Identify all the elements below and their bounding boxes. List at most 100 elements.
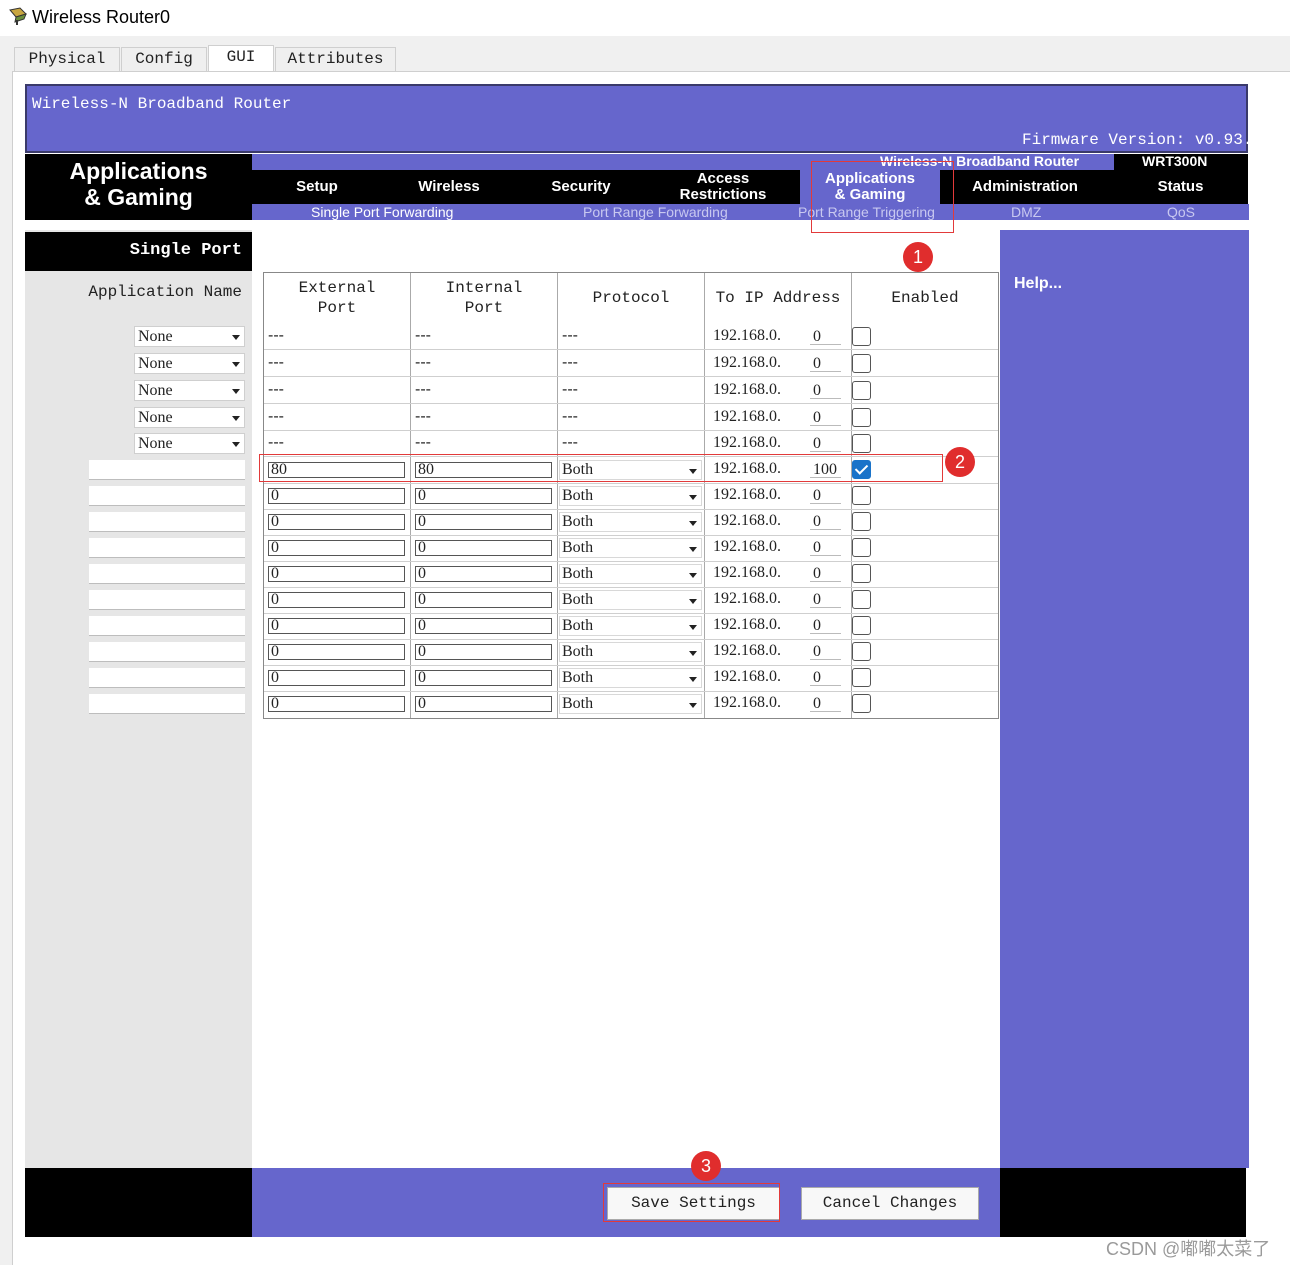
enabled-checkbox[interactable] [852, 354, 871, 373]
application-name-input[interactable] [89, 512, 245, 532]
enabled-checkbox[interactable] [852, 616, 871, 635]
internal-port-input[interactable]: 0 [415, 488, 552, 504]
application-name-input[interactable] [89, 486, 245, 506]
application-select[interactable]: None [134, 380, 245, 401]
ip-last-octet-input[interactable]: 0 [810, 410, 841, 426]
protocol-select[interactable]: Both [559, 512, 702, 532]
ip-last-octet-input[interactable]: 0 [810, 356, 841, 372]
ip-last-octet-input[interactable]: 0 [810, 514, 841, 530]
internal-port-input[interactable]: 0 [415, 592, 552, 608]
external-port-input[interactable]: 0 [268, 670, 405, 686]
protocol-select[interactable]: Both [559, 590, 702, 610]
help-column [1000, 230, 1249, 1168]
ip-last-octet-input[interactable]: 0 [810, 488, 841, 504]
tab-attributes[interactable]: Attributes [275, 47, 396, 72]
subnav-port-range-forwarding[interactable]: Port Range Forwarding [583, 204, 728, 220]
enabled-checkbox[interactable] [852, 564, 871, 583]
application-name-input[interactable] [89, 616, 245, 636]
application-name-input[interactable] [89, 668, 245, 688]
tab-physical[interactable]: Physical [14, 47, 120, 72]
help-link[interactable]: Help... [1014, 275, 1062, 293]
header-external-port: External Port [264, 278, 410, 318]
enabled-checkbox[interactable] [852, 694, 871, 713]
enabled-checkbox[interactable] [852, 668, 871, 687]
tab-config[interactable]: Config [121, 47, 207, 72]
internal-port-input[interactable]: 0 [415, 618, 552, 634]
internal-port-placeholder: --- [415, 381, 431, 398]
external-port-input[interactable]: 0 [268, 592, 405, 608]
application-name-input[interactable] [89, 590, 245, 610]
ip-last-octet-input[interactable]: 0 [810, 696, 841, 712]
external-port-input[interactable]: 0 [268, 618, 405, 634]
enabled-checkbox[interactable] [852, 512, 871, 531]
application-name-input[interactable] [89, 460, 245, 480]
protocol-placeholder: --- [562, 381, 578, 398]
enabled-checkbox[interactable] [852, 327, 871, 346]
external-port-input[interactable]: 0 [268, 644, 405, 660]
ip-last-octet-input[interactable]: 0 [810, 329, 841, 345]
internal-port-input[interactable]: 0 [415, 514, 552, 530]
internal-port-input[interactable]: 0 [415, 696, 552, 712]
external-port-input[interactable]: 0 [268, 514, 405, 530]
application-select[interactable]: None [134, 353, 245, 374]
ip-last-octet-input[interactable]: 0 [810, 436, 841, 452]
ip-last-octet-input[interactable]: 0 [810, 670, 841, 686]
ip-last-octet-input[interactable]: 0 [810, 592, 841, 608]
internal-port-input[interactable]: 0 [415, 644, 552, 660]
protocol-select[interactable]: Both [559, 538, 702, 558]
application-select[interactable]: None [134, 433, 245, 454]
internal-port-input[interactable]: 0 [415, 670, 552, 686]
cancel-changes-button[interactable]: Cancel Changes [801, 1187, 979, 1220]
protocol-select[interactable]: Both [559, 564, 702, 584]
ip-prefix: 192.168.0. [713, 381, 781, 398]
protocol-placeholder: --- [562, 327, 578, 344]
external-port-input[interactable]: 0 [268, 696, 405, 712]
internal-port-input[interactable]: 0 [415, 540, 552, 556]
application-select[interactable]: None [134, 407, 245, 428]
protocol-select[interactable]: Both [559, 668, 702, 688]
nav-label: Status [1157, 178, 1204, 195]
application-name-input[interactable] [89, 564, 245, 584]
protocol-select[interactable]: Both [559, 694, 702, 714]
subnav-qos[interactable]: QoS [1167, 204, 1195, 220]
application-name-input[interactable] [89, 538, 245, 558]
subnav-dmz[interactable]: DMZ [1011, 204, 1041, 220]
application-name-label: Application Name [88, 283, 242, 301]
annotation-badge: 3 [691, 1151, 721, 1181]
nav-access-restrictions[interactable]: Access Restrictions [655, 170, 791, 204]
dropdown-arrow-icon [689, 547, 697, 552]
enabled-checkbox[interactable] [852, 434, 871, 453]
nav-administration[interactable]: Administration [950, 170, 1100, 204]
nav-status[interactable]: Status [1118, 170, 1243, 204]
nav-label: Restrictions [679, 186, 767, 203]
ip-last-octet-input[interactable]: 0 [810, 566, 841, 582]
enabled-checkbox[interactable] [852, 590, 871, 609]
enabled-checkbox[interactable] [852, 381, 871, 400]
nav-label: Setup [296, 178, 338, 195]
ip-prefix: 192.168.0. [713, 590, 781, 607]
ip-last-octet-input[interactable]: 0 [810, 383, 841, 399]
subnav-single-port-forwarding[interactable]: Single Port Forwarding [311, 204, 453, 220]
enabled-checkbox[interactable] [852, 642, 871, 661]
external-port-input[interactable]: 0 [268, 566, 405, 582]
ip-last-octet-input[interactable]: 0 [810, 644, 841, 660]
protocol-select[interactable]: Both [559, 616, 702, 636]
external-port-input[interactable]: 0 [268, 540, 405, 556]
nav-wireless[interactable]: Wireless [390, 170, 508, 204]
application-name-input[interactable] [89, 694, 245, 714]
nav-setup[interactable]: Setup [262, 170, 372, 204]
tab-gui[interactable]: GUI [208, 45, 274, 73]
enabled-checkbox[interactable] [852, 486, 871, 505]
internal-port-input[interactable]: 0 [415, 566, 552, 582]
ip-last-octet-input[interactable]: 0 [810, 540, 841, 556]
external-port-input[interactable]: 0 [268, 488, 405, 504]
application-select[interactable]: None [134, 326, 245, 347]
external-port-placeholder: --- [268, 354, 284, 371]
protocol-select[interactable]: Both [559, 486, 702, 506]
nav-security[interactable]: Security [525, 170, 637, 204]
ip-last-octet-input[interactable]: 0 [810, 618, 841, 634]
application-name-input[interactable] [89, 642, 245, 662]
protocol-select[interactable]: Both [559, 642, 702, 662]
enabled-checkbox[interactable] [852, 538, 871, 557]
enabled-checkbox[interactable] [852, 408, 871, 427]
